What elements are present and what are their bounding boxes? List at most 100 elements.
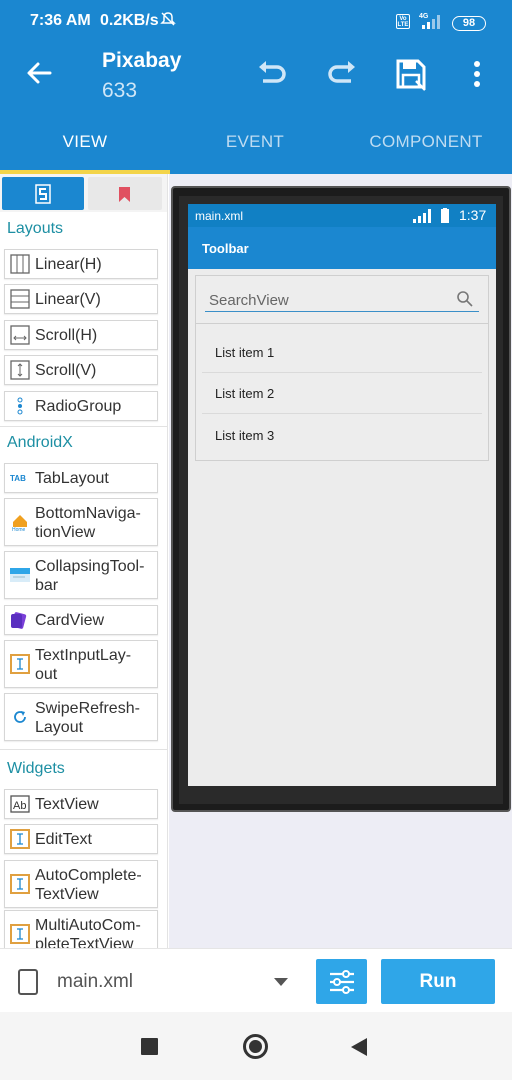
palette-item-label: SwipeRefresh- Layout	[35, 700, 140, 736]
palette-item-label: Scroll(H)	[35, 327, 98, 344]
signal-icon: 4G	[418, 12, 446, 35]
preview-signal-battery-icon	[413, 208, 449, 223]
bottom-bar: main.xml Run	[0, 948, 512, 1012]
volte-icon: Vo LTE	[396, 14, 410, 29]
run-button[interactable]: Run	[381, 959, 495, 1004]
palette-tabs	[0, 174, 167, 212]
palette-item-radiogroup[interactable]: RadioGroup	[4, 391, 158, 421]
palette-item-label: Scroll(V)	[35, 362, 97, 379]
redo-icon[interactable]	[325, 57, 359, 91]
tab-event[interactable]: EVENT	[170, 126, 340, 174]
section-androidx: AndroidX	[7, 434, 73, 451]
linear-vertical-icon	[10, 289, 30, 309]
edittext-icon	[10, 829, 30, 849]
recents-icon[interactable]	[141, 1038, 158, 1055]
toolbar-icon	[10, 568, 30, 582]
preview-linear-layout[interactable]: SearchView List item 1 List item 2 List …	[195, 275, 489, 461]
divider	[0, 426, 167, 427]
more-options-icon[interactable]	[462, 57, 492, 91]
searchview-placeholder: SearchView	[209, 292, 289, 309]
refresh-icon	[14, 711, 26, 723]
radiogroup-icon	[17, 397, 23, 415]
palette-item-textinputlayout[interactable]: TextInputLay- out	[4, 640, 158, 688]
palette-item-scroll-v[interactable]: Scroll(V)	[4, 355, 158, 385]
preview-status-bar: main.xml 1:37	[188, 204, 496, 227]
device-screen[interactable]: main.xml 1:37 Toolbar SearchView List it…	[188, 204, 496, 786]
svg-text:4G: 4G	[419, 13, 429, 20]
palette-item-autocompletetextview[interactable]: AutoComplete- TextView	[4, 860, 158, 908]
project-title: Pixabay	[102, 49, 182, 72]
back-arrow-icon[interactable]	[24, 58, 54, 88]
palette-item-edittext[interactable]: EditText	[4, 824, 158, 854]
widget-palette: Layouts Linear(H) Linear(V) Scroll(H) Sc…	[0, 174, 168, 948]
edittext-icon	[10, 924, 30, 944]
section-layouts: Layouts	[7, 220, 64, 237]
tab-bar: VIEW EVENT COMPONENT	[0, 126, 512, 174]
app-bar: Pixabay 633 VIEW EVENT COMPONENT	[0, 40, 512, 174]
svg-text:Home: Home	[12, 527, 26, 532]
palette-item-label: Linear(H)	[35, 256, 102, 273]
tab-component[interactable]: COMPONENT	[341, 126, 511, 174]
palette-item-label: CardView	[35, 612, 105, 629]
svg-text:Ab: Ab	[13, 800, 26, 812]
linear-horizontal-icon	[10, 254, 30, 274]
palette-item-scroll-h[interactable]: Scroll(H)	[4, 320, 158, 350]
tab-view[interactable]: VIEW	[0, 126, 170, 174]
palette-item-label: BottomNaviga- tionView	[35, 505, 141, 541]
preview-searchview[interactable]: SearchView	[196, 276, 488, 324]
battery-icon: 98	[452, 16, 486, 31]
undo-icon[interactable]	[255, 57, 289, 91]
palette-tab-widgets[interactable]	[2, 177, 84, 210]
dropdown-arrow-icon[interactable]	[274, 978, 288, 986]
status-network-speed: 0.2KB/s	[100, 12, 159, 29]
palette-item-label: EditText	[35, 831, 92, 848]
preview-clock: 1:37	[459, 207, 487, 223]
palette-item-label: CollapsingTool- bar	[35, 558, 145, 594]
properties-button[interactable]	[316, 959, 367, 1004]
palette-item-collapsingtoolbar[interactable]: CollapsingTool- bar	[4, 551, 158, 599]
palette-item-cardview[interactable]: CardView	[4, 605, 158, 635]
scroll-vertical-icon	[10, 360, 30, 380]
preview-list-item[interactable]: List item 3	[202, 415, 482, 456]
palette-item-linear-h[interactable]: Linear(H)	[4, 249, 158, 279]
home-icon: Home	[12, 515, 27, 532]
textview-icon: Ab	[10, 795, 30, 813]
palette-item-label: TabLayout	[35, 470, 109, 487]
preview-list-item[interactable]: List item 1	[202, 332, 482, 373]
bookmark-icon	[119, 187, 130, 202]
preview-toolbar-title: Toolbar	[202, 241, 249, 256]
palette-item-linear-v[interactable]: Linear(V)	[4, 284, 158, 314]
mute-icon	[160, 11, 176, 31]
palette-item-swiperefreshlayout[interactable]: SwipeRefresh- Layout	[4, 693, 158, 741]
status-bar: 7:36 AM 0.2KB/s Vo LTE 4G 98	[0, 0, 512, 40]
palette-item-label: RadioGroup	[35, 398, 122, 415]
palette-item-label: MultiAutoCom- pleteTextView	[35, 917, 141, 948]
palette-tab-favorites[interactable]	[88, 177, 162, 210]
palette-item-multiautocompletetextview[interactable]: MultiAutoCom- pleteTextView	[4, 910, 158, 948]
palette-item-tablayout[interactable]: TAB TabLayout	[4, 463, 158, 493]
preview-file-name: main.xml	[195, 209, 244, 223]
svg-text:TAB: TAB	[10, 474, 26, 483]
palette-item-textview[interactable]: Ab TextView	[4, 789, 158, 819]
tab-icon: TAB	[10, 474, 26, 483]
preview-list-item[interactable]: List item 2	[202, 373, 482, 414]
back-icon[interactable]	[351, 1038, 367, 1056]
palette-item-label: TextInputLay- out	[35, 647, 132, 683]
palette-item-label: TextView	[35, 796, 99, 813]
divider	[0, 749, 167, 750]
sliders-icon	[330, 970, 354, 994]
search-icon	[457, 291, 473, 307]
file-icon	[18, 969, 38, 995]
save-icon[interactable]	[394, 57, 428, 91]
textinput-icon	[10, 654, 30, 674]
card-icon	[11, 612, 27, 629]
palette-item-bottomnavigationview[interactable]: Home BottomNaviga- tionView	[4, 498, 158, 546]
preview-toolbar[interactable]: Toolbar	[188, 227, 496, 269]
status-time: 7:36 AM	[30, 12, 91, 29]
palette-item-label: Linear(V)	[35, 291, 101, 308]
file-selector-label[interactable]: main.xml	[57, 971, 133, 993]
section-widgets: Widgets	[7, 760, 65, 777]
edittext-icon	[10, 874, 30, 894]
project-id: 633	[102, 79, 138, 102]
home-icon[interactable]	[243, 1034, 268, 1059]
